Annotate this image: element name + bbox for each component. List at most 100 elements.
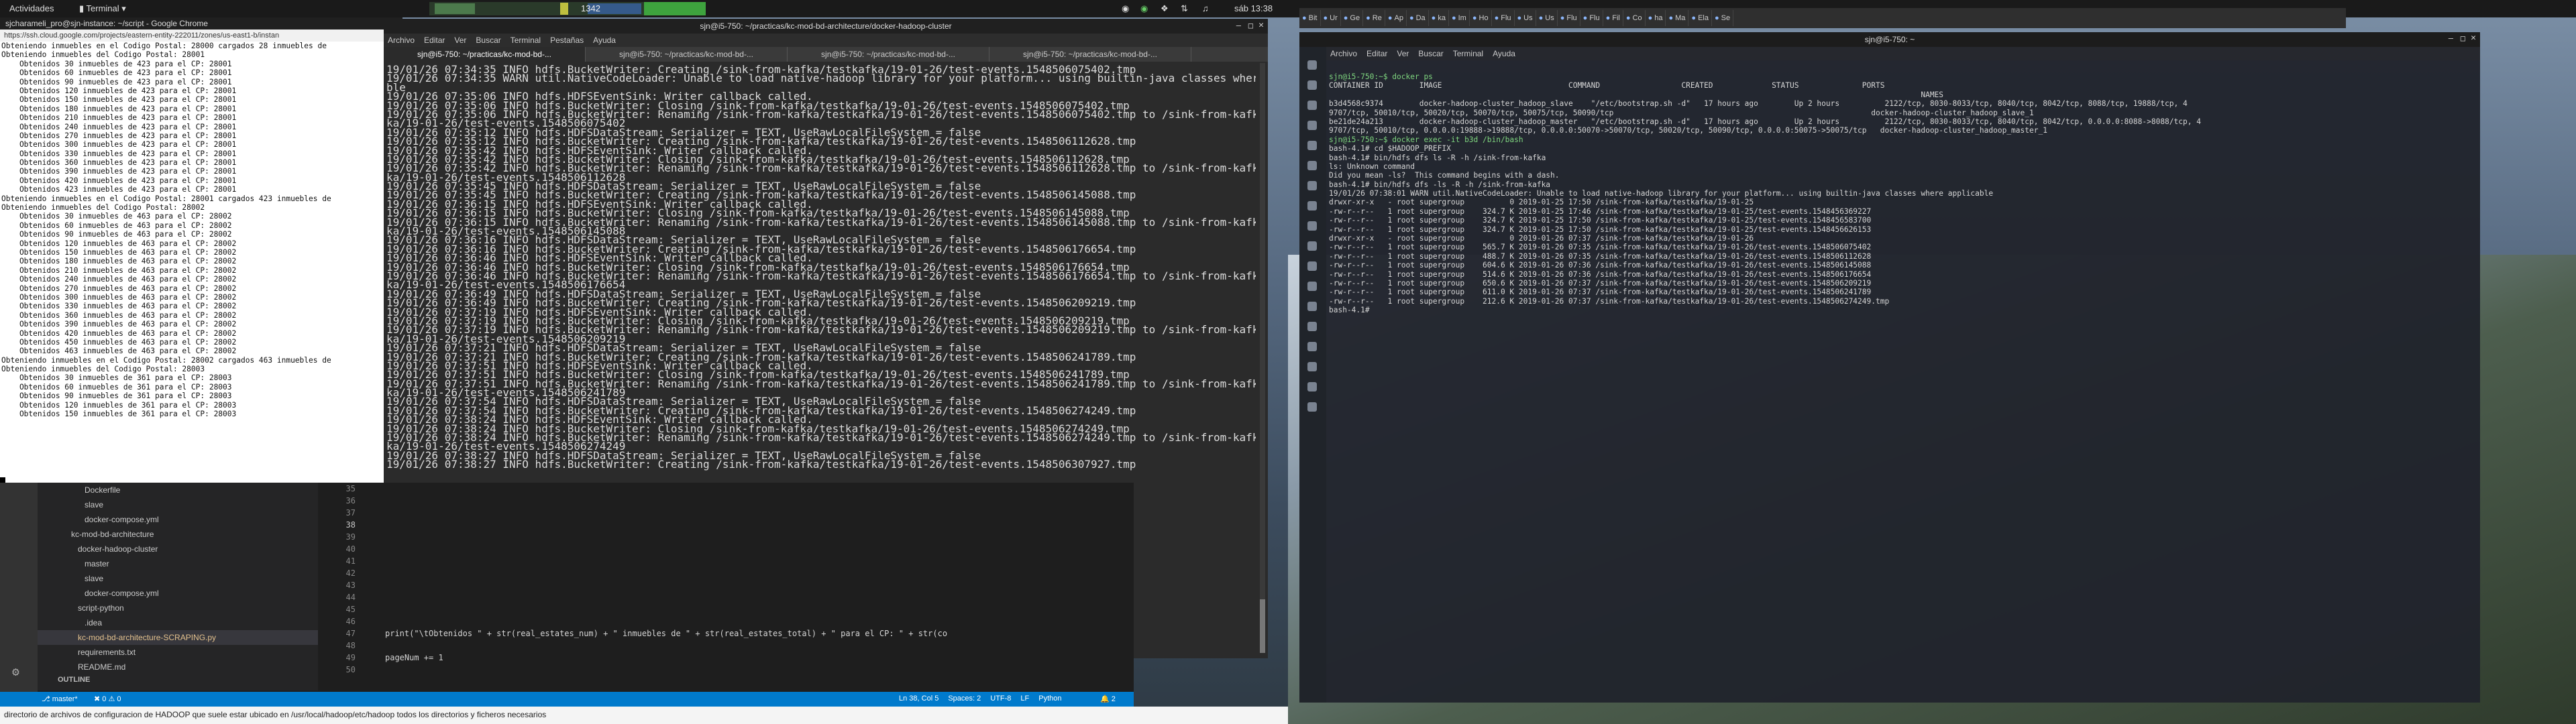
browser-tab[interactable]: ● Ma — [1666, 10, 1689, 26]
file-tree-item[interactable]: docker-compose.yml — [38, 586, 318, 601]
file-tree-item[interactable]: master — [38, 556, 318, 571]
sidebar-app-icon[interactable] — [1307, 221, 1317, 231]
browser-tab[interactable]: ● Im — [1449, 10, 1470, 26]
menu-item[interactable]: Ver — [454, 36, 466, 45]
minimize-icon[interactable]: — — [1236, 21, 1241, 30]
browser-tab[interactable]: ● Ur — [1321, 10, 1341, 26]
sidebar-app-icon[interactable] — [1307, 282, 1317, 291]
file-tree-item[interactable]: slave — [38, 571, 318, 586]
scrollbar-thumb[interactable] — [1260, 599, 1265, 653]
browser-tab-label: Bit — [1308, 14, 1318, 22]
browser-tab[interactable]: ● Ela — [1688, 10, 1712, 26]
status-item[interactable]: LF — [1020, 695, 1029, 703]
browser-tab[interactable]: ● Ge — [1341, 10, 1364, 26]
sidebar-app-icon[interactable] — [1307, 342, 1317, 351]
file-tree-item[interactable]: README.md — [38, 660, 318, 674]
terminal-tab[interactable]: sjn@i5-750: ~/practicas/kc-mod-bd-... — [989, 47, 1191, 62]
sidebar-app-icon[interactable] — [1307, 402, 1317, 412]
file-tree-item[interactable]: docker-compose.yml — [38, 512, 318, 527]
file-tree-item[interactable]: docker-hadoop-cluster — [38, 542, 318, 556]
menu-item[interactable]: Buscar — [476, 36, 500, 45]
close-icon[interactable]: ✕ — [1258, 20, 1264, 30]
menu-item[interactable]: Archivo — [388, 36, 415, 45]
browser-tab[interactable]: ● Us — [1515, 10, 1536, 26]
outline-section[interactable]: OUTLINE — [38, 676, 318, 684]
scraping-terminal[interactable]: Obteniendo inmuebles en el Codigo Postal… — [0, 42, 389, 484]
status-item[interactable]: Spaces: 2 — [948, 695, 981, 703]
maximize-icon[interactable]: □ — [1248, 21, 1253, 30]
browser-tab[interactable]: ● Us — [1536, 10, 1558, 26]
terminal-tab[interactable]: sjn@i5-750: ~/practicas/kc-mod-bd-... — [586, 47, 788, 62]
notifications-icon[interactable]: 🔔 2 — [1100, 695, 1116, 703]
sidebar-app-icon[interactable] — [1307, 261, 1317, 271]
volume-icon[interactable]: ♫ — [1202, 3, 1209, 13]
sidebar-app-icon[interactable] — [1307, 362, 1317, 371]
browser-tab[interactable]: ● ha — [1646, 10, 1666, 26]
sidebar-app-icon[interactable] — [1307, 121, 1317, 130]
browser-tab[interactable]: ● Ho — [1470, 10, 1492, 26]
sidebar-app-icon[interactable] — [1307, 141, 1317, 150]
sidebar-app-icon[interactable] — [1307, 322, 1317, 331]
clock[interactable]: sáb 13:38 — [1234, 3, 1273, 13]
docker-output[interactable]: sjn@i5-750:~$ docker ps CONTAINER ID IMAG… — [1329, 72, 2469, 421]
status-item[interactable]: Ln 38, Col 5 — [899, 695, 938, 703]
close-icon[interactable]: ✕ — [2471, 34, 2476, 43]
menu-item[interactable]: Terminal — [1453, 49, 1483, 58]
sidebar-app-icon[interactable] — [1307, 101, 1317, 110]
browser-tab[interactable]: ● Da — [1407, 10, 1429, 26]
terminal-tab[interactable]: sjn@i5-750: ~/practicas/kc-mod-bd-... — [788, 47, 989, 62]
file-tree-item[interactable]: requirements.txt — [38, 645, 318, 660]
file-tree-item[interactable]: kc-mod-bd-architecture-SCRAPING.py — [38, 630, 318, 645]
menu-item[interactable]: Ver — [1397, 49, 1409, 58]
browser-tab[interactable]: ● Ap — [1385, 10, 1407, 26]
status-item[interactable]: Python — [1038, 695, 1061, 703]
menu-item[interactable]: Buscar — [1418, 49, 1443, 58]
sidebar-app-icon[interactable] — [1307, 80, 1317, 90]
menu-item[interactable]: Ayuda — [593, 36, 616, 45]
file-tree-item[interactable]: kc-mod-bd-architecture — [38, 527, 318, 542]
terminal-app-menu[interactable]: ▮ Terminal ▾ — [79, 3, 126, 14]
terminal-tab[interactable]: sjn@i5-750: ~/practicas/kc-mod-bd-... — [384, 47, 586, 62]
browser-tab[interactable]: ● Fil — [1603, 10, 1623, 26]
minimize-icon[interactable]: — — [2449, 34, 2453, 43]
browser-tab[interactable]: ● Re — [1363, 10, 1385, 26]
sidebar-app-icon[interactable] — [1307, 161, 1317, 170]
terminal-line: Obtenidos 300 inmuebles de 463 para el C… — [1, 292, 237, 302]
browser-tab[interactable]: ● Flu — [1492, 10, 1515, 26]
activities-button[interactable]: Actividades — [9, 3, 54, 13]
menu-item[interactable]: Ayuda — [1493, 49, 1515, 58]
problems-status[interactable]: ✖ 0 ⚠ 0 — [94, 695, 121, 703]
file-tree-item[interactable]: slave — [38, 497, 318, 512]
browser-tab[interactable]: ● Bit — [1299, 10, 1321, 26]
sidebar-app-icon[interactable] — [1307, 181, 1317, 190]
file-tree-item[interactable]: Dockerfile — [38, 483, 318, 497]
menu-item[interactable]: Editar — [1366, 49, 1387, 58]
file-tree-item[interactable]: .idea — [38, 615, 318, 630]
address-bar[interactable]: https://ssh.cloud.google.com/projects/ea… — [0, 29, 402, 42]
scrollbar[interactable] — [1260, 63, 1265, 653]
browser-tab[interactable]: ● Co — [1623, 10, 1646, 26]
maximize-icon[interactable]: □ — [2461, 34, 2465, 43]
sidebar-app-icon[interactable] — [1307, 60, 1317, 70]
menu-item[interactable]: Pestañas — [550, 36, 584, 45]
code-editor[interactable]: print("\tObtenidos " + str(real_estates_… — [385, 483, 1134, 690]
tray-status-icon[interactable]: ◉ — [1140, 3, 1148, 14]
chrome-tray-icon[interactable]: ◉ — [1122, 3, 1129, 14]
sidebar-app-icon[interactable] — [1307, 382, 1317, 391]
status-item[interactable]: UTF-8 — [990, 695, 1011, 703]
file-tree-item[interactable]: script-python — [38, 601, 318, 615]
browser-tab[interactable]: ● Flu — [1580, 10, 1603, 26]
browser-tab[interactable]: ● Flu — [1558, 10, 1580, 26]
menu-item[interactable]: Editar — [424, 36, 445, 45]
sidebar-app-icon[interactable] — [1307, 302, 1317, 311]
gear-icon[interactable]: ⚙ — [12, 665, 19, 679]
browser-tab[interactable]: ● Se — [1712, 10, 1734, 26]
sidebar-app-icon[interactable] — [1307, 201, 1317, 210]
branch-status[interactable]: ⎇ master* — [42, 695, 78, 703]
menu-item[interactable]: Terminal — [511, 36, 541, 45]
dropbox-icon[interactable]: ❖ — [1161, 3, 1169, 14]
browser-tab[interactable]: ● ka — [1429, 10, 1449, 26]
sidebar-app-icon[interactable] — [1307, 241, 1317, 251]
menu-item[interactable]: Archivo — [1330, 49, 1357, 58]
network-icon[interactable]: ⇅ — [1181, 3, 1188, 14]
